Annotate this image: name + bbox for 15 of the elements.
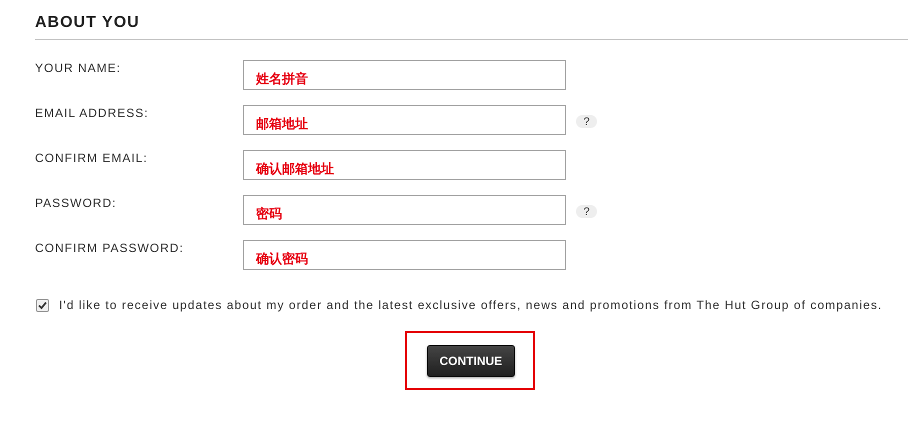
field-label: CONFIRM PASSWORD: [35,240,185,255]
field-label: CONFIRM EMAIL: [35,150,149,165]
continue-button[interactable]: CONTINUE [426,345,514,377]
section-title: ABOUT YOU [35,14,908,40]
input-field[interactable]: 姓名拼音 [243,60,566,90]
input-field[interactable]: 邮箱地址 [243,105,566,135]
checkbox[interactable] [36,298,49,312]
field-label: EMAIL ADDRESS: [35,105,150,120]
input-field[interactable]: 密码 [243,195,566,225]
check-icon [38,300,47,310]
consent-text: I'd like to receive updates about my order and the latest exclusive offers, news and promotions from The Hut Group of companies. [59,298,882,312]
help-button[interactable]: ? [576,205,597,218]
help-button[interactable]: ? [576,115,597,128]
field-label: YOUR NAME: [35,60,122,75]
field-label: PASSWORD: [35,195,118,210]
